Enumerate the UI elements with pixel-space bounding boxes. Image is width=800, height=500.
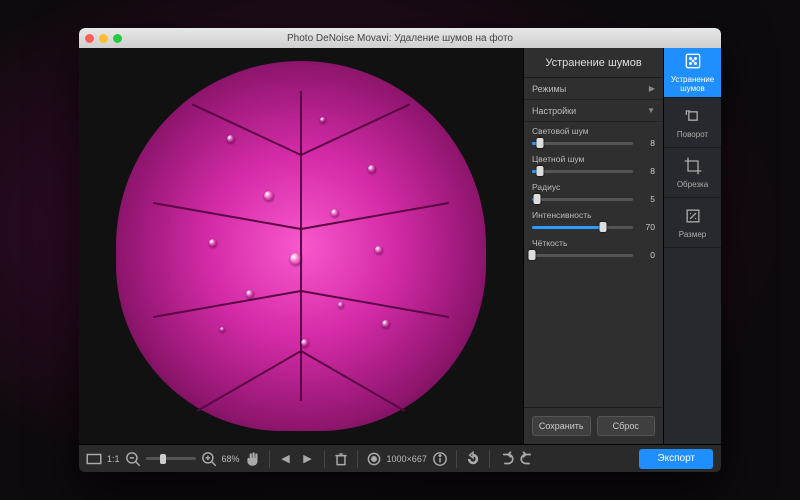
next-icon[interactable]: ▶ [299,450,317,468]
slider-label: Цветной шум [532,154,655,164]
tab-label: Поворот [677,131,708,140]
tab-rotate[interactable]: Поворот [664,98,721,148]
delete-icon[interactable] [332,450,350,468]
panel-title: Устранение шумов [524,48,663,78]
app-window: Photo DeNoise Movavi: Удаление шумов на … [79,28,721,472]
chevron-down-icon: ▼ [647,106,655,115]
slider-label: Чёткость [532,238,655,248]
zoom-slider[interactable] [146,457,196,460]
slider-value: 8 [637,166,655,176]
crop-icon [683,156,703,178]
slider-label: Световой шум [532,126,655,136]
info-icon[interactable] [431,450,449,468]
slider-value: 0 [637,250,655,260]
tab-denoise[interactable]: Устранение шумов [664,48,721,98]
slider-track[interactable] [532,142,633,145]
tab-label: Устранение шумов [664,76,721,94]
fit-screen-icon[interactable] [85,450,103,468]
compare-icon[interactable] [365,450,383,468]
modes-row[interactable]: Режимы ▶ [524,78,663,100]
settings-label: Настройки [532,106,576,116]
slider-1: Цветной шум 8 [532,154,655,176]
window-title: Photo DeNoise Movavi: Удаление шумов на … [79,33,721,44]
slider-track[interactable] [532,198,633,201]
tab-crop[interactable]: Обрезка [664,148,721,198]
preview-image [116,61,486,431]
prev-icon[interactable]: ◀ [277,450,295,468]
slider-value: 8 [637,138,655,148]
image-canvas[interactable] [79,48,523,444]
modes-label: Режимы [532,84,566,94]
slider-4: Чёткость 0 [532,238,655,260]
tab-resize[interactable]: Размер [664,198,721,248]
rotate-icon [683,106,703,128]
sliders-container: Световой шум 8 Цветной шум 8 Радиус 5 Интенсив… [524,122,663,407]
zoom-in-icon[interactable] [200,450,218,468]
tab-label: Обрезка [677,181,708,190]
denoise-icon [683,51,703,73]
tool-tabs: Устранение шумов Поворот Обрезка Размер [663,48,721,444]
slider-value: 5 [637,194,655,204]
save-preset-button[interactable]: Сохранить [532,416,591,436]
settings-row[interactable]: Настройки ▼ [524,100,663,122]
slider-2: Радиус 5 [532,182,655,204]
undo-icon[interactable] [497,450,515,468]
zoom-percent: 68% [222,454,240,464]
titlebar: Photo DeNoise Movavi: Удаление шумов на … [79,28,721,48]
slider-value: 70 [637,222,655,232]
slider-label: Интенсивность [532,210,655,220]
image-dimensions: 1000×667 [387,454,427,464]
zoom-out-icon[interactable] [124,450,142,468]
slider-track[interactable] [532,254,633,257]
slider-label: Радиус [532,182,655,192]
bottom-toolbar: 1:1 68% ◀ ▶ 1000×667 [79,444,721,472]
redo-icon[interactable] [519,450,537,468]
settings-panel: Устранение шумов Режимы ▶ Настройки ▼ Св… [523,48,663,444]
export-button[interactable]: Экспорт [639,449,713,469]
chevron-right-icon: ▶ [649,84,655,93]
reset-button[interactable]: Сброс [597,416,656,436]
slider-0: Световой шум 8 [532,126,655,148]
resize-icon [683,206,703,228]
slider-3: Интенсивность 70 [532,210,655,232]
revert-icon[interactable] [464,450,482,468]
slider-track[interactable] [532,226,633,229]
hand-tool-icon[interactable] [244,450,262,468]
slider-track[interactable] [532,170,633,173]
tab-label: Размер [679,231,707,240]
actual-size-button[interactable]: 1:1 [107,454,120,464]
